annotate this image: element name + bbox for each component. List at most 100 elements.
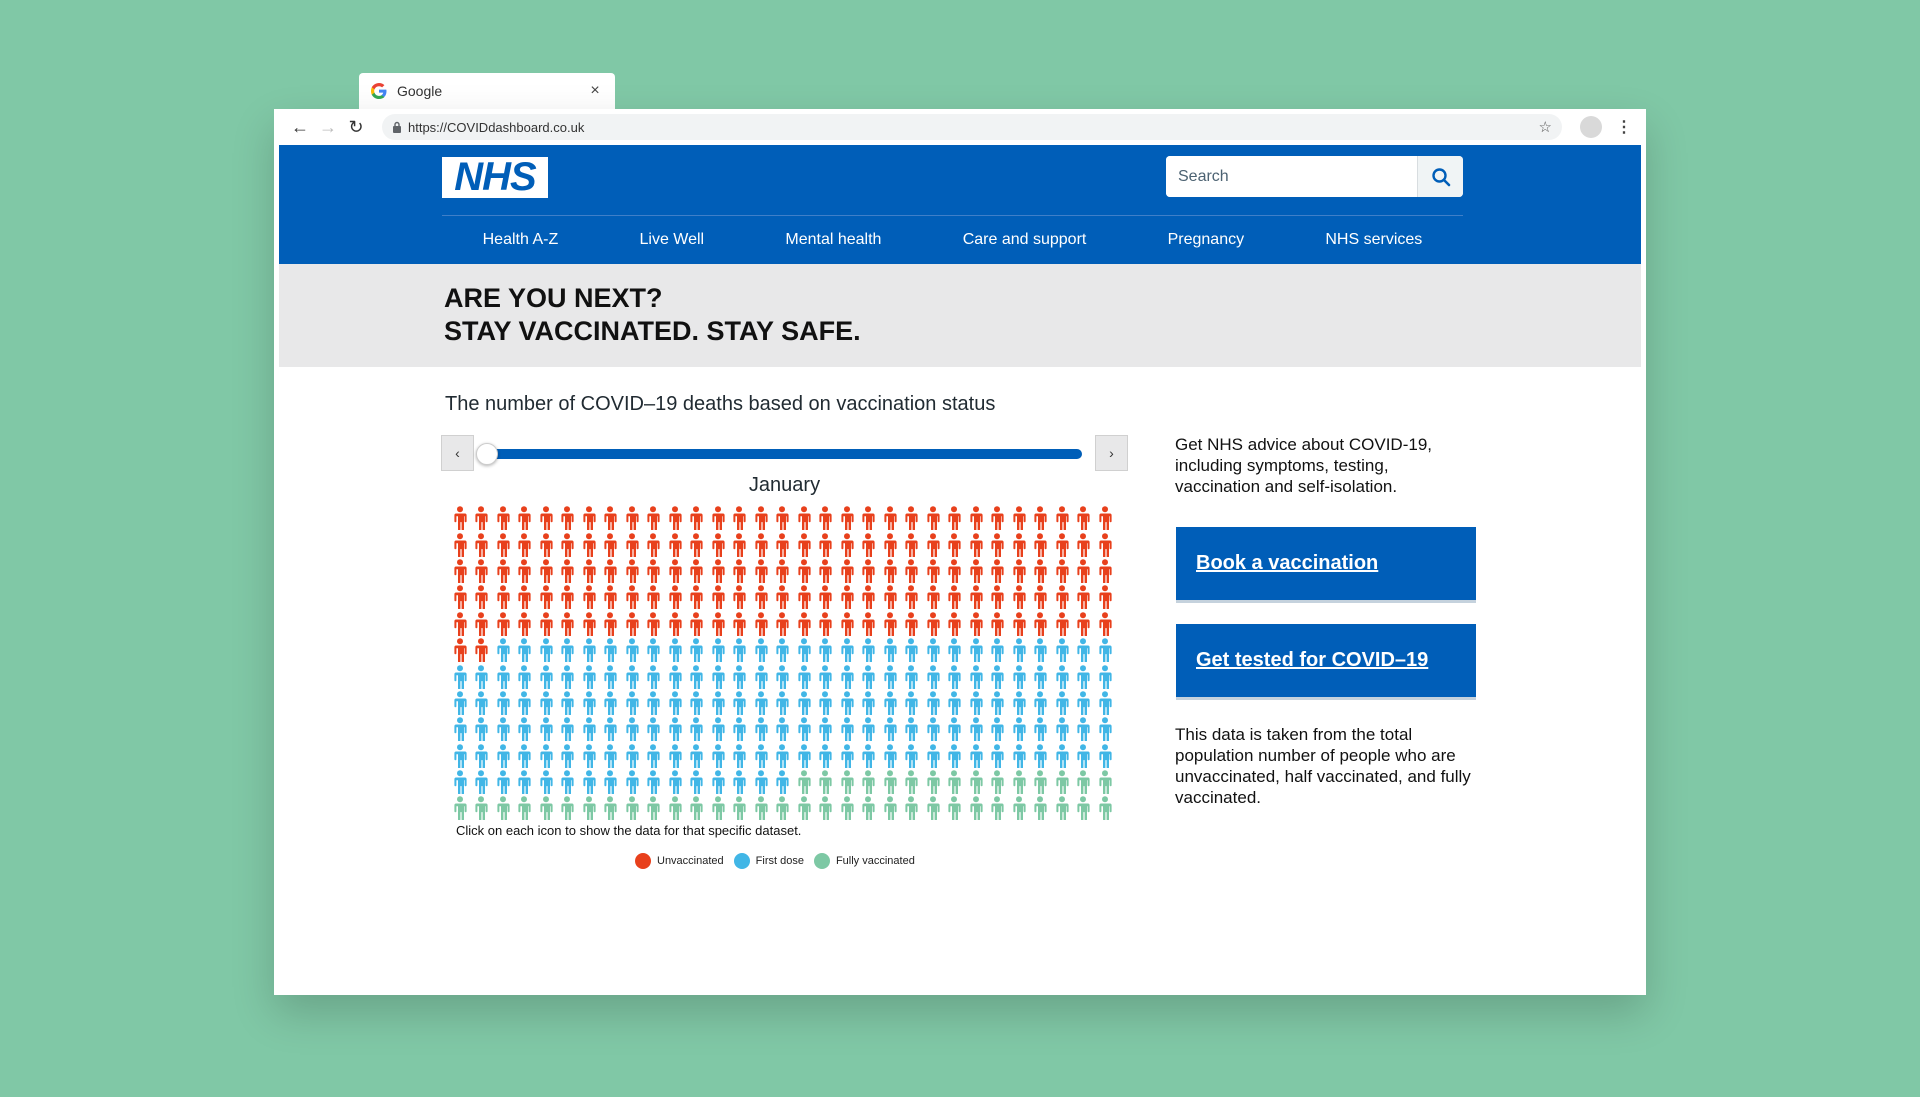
person-icon[interactable] [449,663,471,689]
person-icon[interactable] [836,690,858,716]
person-icon[interactable] [750,558,772,584]
person-icon[interactable] [664,663,686,689]
slider-track[interactable] [476,443,1082,465]
person-icon[interactable] [1030,637,1052,663]
person-icon[interactable] [449,505,471,531]
person-icon[interactable] [492,558,514,584]
person-icon[interactable] [729,558,751,584]
person-icon[interactable] [492,716,514,742]
person-icon[interactable] [686,531,708,557]
person-icon[interactable] [492,505,514,531]
person-icon[interactable] [858,584,880,610]
person-icon[interactable] [1030,584,1052,610]
person-icon[interactable] [643,716,665,742]
person-icon[interactable] [1030,795,1052,821]
person-icon[interactable] [944,558,966,584]
person-icon[interactable] [471,663,493,689]
legend-item[interactable]: Fully vaccinated [813,853,915,869]
person-icon[interactable] [621,611,643,637]
person-icon[interactable] [772,690,794,716]
person-icon[interactable] [965,584,987,610]
person-icon[interactable] [621,531,643,557]
person-icon[interactable] [793,716,815,742]
person-icon[interactable] [879,505,901,531]
person-icon[interactable] [471,743,493,769]
person-icon[interactable] [492,531,514,557]
person-icon[interactable] [1051,795,1073,821]
slider-handle[interactable] [476,443,498,465]
person-icon[interactable] [557,505,579,531]
person-icon[interactable] [686,505,708,531]
person-icon[interactable] [578,690,600,716]
person-icon[interactable] [514,584,536,610]
person-icon[interactable] [557,769,579,795]
person-icon[interactable] [922,611,944,637]
person-icon[interactable] [729,743,751,769]
person-icon[interactable] [815,505,837,531]
person-icon[interactable] [514,505,536,531]
person-icon[interactable] [535,611,557,637]
person-icon[interactable] [449,716,471,742]
person-icon[interactable] [944,637,966,663]
person-icon[interactable] [815,795,837,821]
person-icon[interactable] [772,637,794,663]
person-icon[interactable] [729,505,751,531]
person-icon[interactable] [449,611,471,637]
person-icon[interactable] [600,637,622,663]
person-icon[interactable] [686,584,708,610]
person-icon[interactable] [1094,716,1116,742]
person-icon[interactable] [686,637,708,663]
person-icon[interactable] [793,795,815,821]
person-icon[interactable] [879,743,901,769]
person-icon[interactable] [772,716,794,742]
person-icon[interactable] [879,611,901,637]
person-icon[interactable] [514,690,536,716]
person-icon[interactable] [836,558,858,584]
person-icon[interactable] [535,663,557,689]
person-icon[interactable] [750,531,772,557]
person-icon[interactable] [557,637,579,663]
person-icon[interactable] [578,663,600,689]
person-icon[interactable] [1051,558,1073,584]
person-icon[interactable] [987,584,1009,610]
person-icon[interactable] [1094,505,1116,531]
person-icon[interactable] [750,611,772,637]
nav-care-and-support[interactable]: Care and support [963,231,1087,249]
person-icon[interactable] [729,716,751,742]
person-icon[interactable] [471,716,493,742]
person-icon[interactable] [1073,531,1095,557]
person-icon[interactable] [879,716,901,742]
person-icon[interactable] [707,795,729,821]
person-icon[interactable] [492,637,514,663]
reload-icon[interactable]: ↻ [342,113,370,141]
person-icon[interactable] [1008,531,1030,557]
person-icon[interactable] [664,558,686,584]
person-icon[interactable] [600,663,622,689]
person-icon[interactable] [922,637,944,663]
person-icon[interactable] [729,584,751,610]
person-icon[interactable] [535,531,557,557]
browser-tab[interactable]: Google × [359,73,615,109]
person-icon[interactable] [471,637,493,663]
person-icon[interactable] [815,637,837,663]
person-icon[interactable] [901,505,923,531]
person-icon[interactable] [686,690,708,716]
person-icon[interactable] [922,505,944,531]
person-icon[interactable] [664,716,686,742]
person-icon[interactable] [1030,690,1052,716]
person-icon[interactable] [449,743,471,769]
person-icon[interactable] [1073,663,1095,689]
person-icon[interactable] [707,716,729,742]
person-icon[interactable] [815,531,837,557]
person-icon[interactable] [686,611,708,637]
person-icon[interactable] [686,795,708,821]
person-icon[interactable] [707,769,729,795]
person-icon[interactable] [578,558,600,584]
person-icon[interactable] [557,584,579,610]
person-icon[interactable] [492,663,514,689]
person-icon[interactable] [1051,637,1073,663]
person-icon[interactable] [922,558,944,584]
person-icon[interactable] [944,743,966,769]
person-icon[interactable] [492,795,514,821]
person-icon[interactable] [707,743,729,769]
